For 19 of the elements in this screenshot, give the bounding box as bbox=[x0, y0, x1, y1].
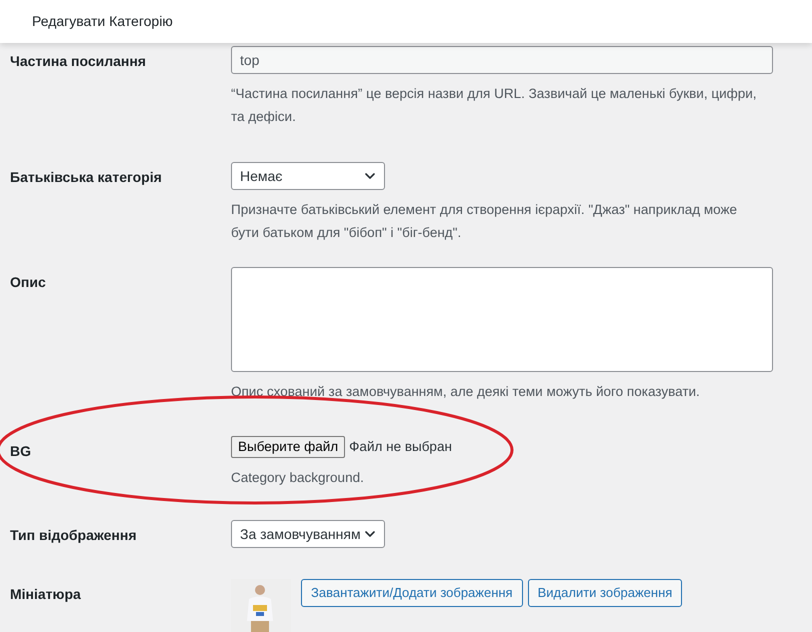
field-description: “Частина посилання” це версія назви для URL. Зазвичай це маленькі букви, цифри, та дефіси. bbox=[231, 85, 758, 126]
field-description: Опис схований за замовчуванням, але деякі теми можуть його показувати. bbox=[231, 383, 701, 401]
image-button[interactable]: Завантажити/Додати зображення bbox=[301, 579, 523, 607]
header-title: Редагувати Категорію bbox=[32, 12, 173, 31]
field-label: Батьківська категорія bbox=[10, 169, 162, 185]
dropdown[interactable]: Немає bbox=[231, 162, 385, 190]
field-description: Category background. bbox=[231, 469, 365, 487]
field-description: Призначте батьківський елемент для створення ієрархії. "Джаз" наприклад може бути батьком для "бібоп" і "біг-бенд". bbox=[231, 201, 738, 242]
dropdown[interactable]: За замовчуванням bbox=[231, 520, 385, 548]
field-label: Мініатюра bbox=[10, 586, 81, 602]
field-label: Частина посилання bbox=[10, 53, 146, 69]
text-area[interactable] bbox=[231, 267, 773, 372]
field-label: BG bbox=[10, 443, 31, 459]
image-button[interactable]: Видалити зображення bbox=[528, 579, 682, 607]
choose-file-button[interactable]: Выберите файл bbox=[231, 436, 346, 458]
field-label: Тип відображення bbox=[10, 527, 136, 543]
input-field[interactable]: top bbox=[231, 46, 773, 74]
field-label: Опис bbox=[10, 274, 46, 290]
file-status: Файл не выбран bbox=[349, 438, 452, 456]
